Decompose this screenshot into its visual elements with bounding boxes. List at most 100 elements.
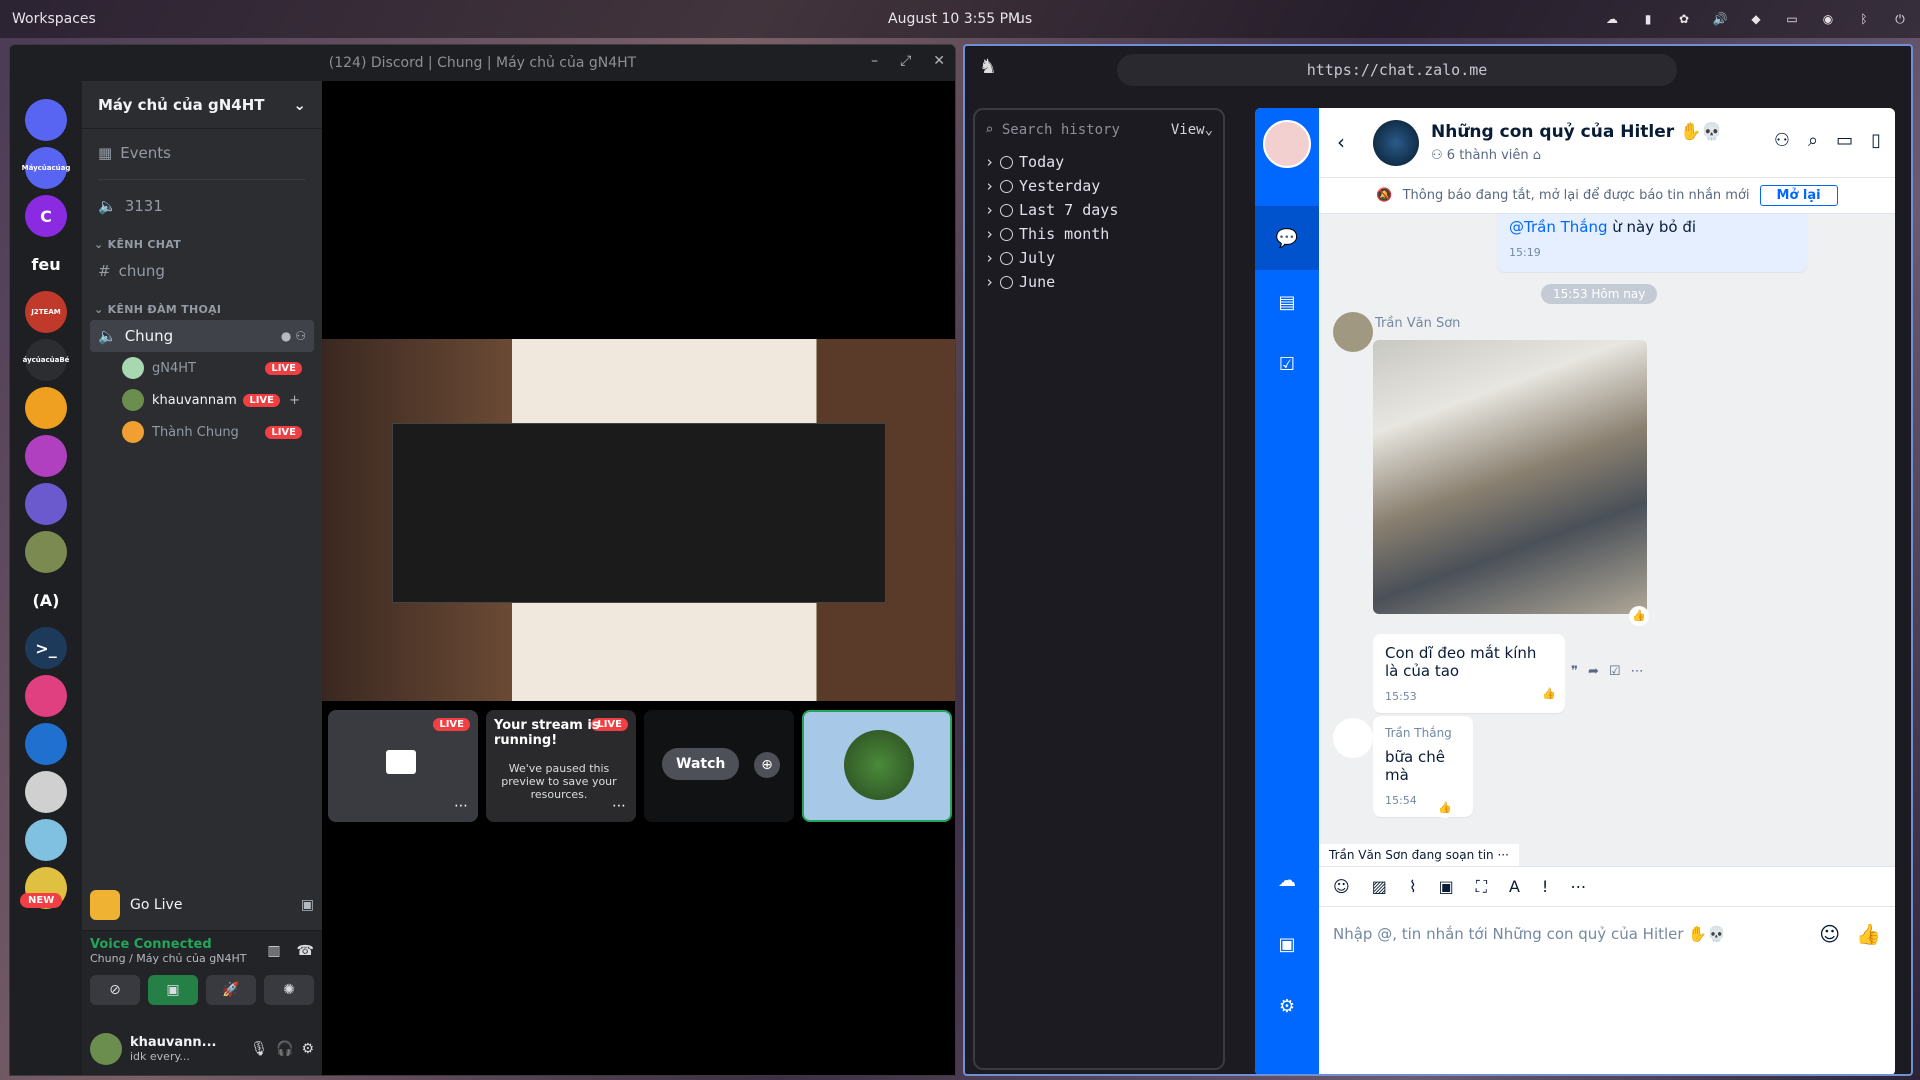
server-icon[interactable] [25,435,67,477]
server-icon[interactable]: Máycủacúag [22,147,70,189]
camera-off-button[interactable]: ⊘ [90,975,140,1005]
stream-thumb-4[interactable] [802,710,952,822]
battery-icon[interactable]: ▮ [1640,12,1656,26]
group-name[interactable]: Những con quỷ của Hitler ✋💀 [1431,122,1722,142]
keyboard-layout[interactable]: us [1016,11,1032,27]
activity-button[interactable]: 🚀 [206,975,256,1005]
go-live-bar[interactable]: Go Live ▣ [82,879,322,931]
channel-chung-voice[interactable]: 🔈 Chung ● ⚇ [90,320,314,352]
chat-bubble-icon[interactable]: ● [281,329,291,343]
add-member-icon[interactable]: ⚇ [295,329,306,343]
screenshot-icon[interactable]: ⛶ [1476,877,1487,897]
server-icon[interactable]: >_ [25,627,67,669]
avatar[interactable] [1263,120,1311,168]
server-icon[interactable] [25,531,67,573]
quote-icon[interactable]: ❞ [1571,664,1578,679]
minimize-icon[interactable]: – [871,53,878,69]
image-icon[interactable]: ▨ [1372,877,1387,896]
power-icon[interactable]: ⏻ [1892,12,1908,26]
stream-thumb-2[interactable]: LIVE Your stream is running! We've pause… [486,710,636,822]
server-icon[interactable]: J2TEAM [25,291,67,333]
server-icon[interactable] [25,99,67,141]
server-icon[interactable]: C [25,195,67,237]
mark-icon[interactable]: ☑ [1609,664,1621,679]
server-icon[interactable]: áycủacủaBé [23,339,69,381]
screen-share-button[interactable]: ▣ [148,975,198,1005]
plus-icon[interactable]: + [289,393,300,408]
history-item[interactable]: › This month [975,222,1223,246]
browser-logo-icon[interactable]: ♞ [979,54,1003,82]
workspaces-button[interactable]: Workspaces [12,11,96,27]
settings-icon[interactable]: ⚙ [301,1041,314,1057]
message-bubble[interactable]: Trần Thắng bữa chê mà 15:54 [1373,716,1473,817]
close-icon[interactable]: ✕ [933,53,945,69]
back-icon[interactable]: ‹ [1337,130,1345,154]
server-header[interactable]: Máy chủ của gN4HT ⌄ [82,81,322,129]
voice-user[interactable]: Thành Chung LIVE [122,416,302,448]
message-bubble[interactable]: Con dĩ đeo mắt kính là của tao 15:53 [1373,634,1565,713]
history-item[interactable]: › Today [975,150,1223,174]
briefcase-icon[interactable]: ▣ [1271,928,1303,960]
group-avatar[interactable] [1373,120,1419,166]
sidebar-toggle-icon[interactable]: ▯ [1871,130,1881,151]
history-search[interactable]: ⌕ Search history View⌄ [975,110,1223,150]
emoji-icon[interactable]: ☺ [1819,922,1840,946]
headphones-icon[interactable]: 🎧 [276,1041,293,1057]
mention[interactable]: @Trần Thắng [1509,218,1607,236]
channel-chung-text[interactable]: # chung [90,255,314,287]
soundboard-button[interactable]: ✺ [264,975,314,1005]
maximize-icon[interactable]: ⤢ [900,53,911,69]
server-icon[interactable] [25,771,67,813]
chat-icon[interactable]: 💬 [1255,206,1319,270]
more-icon[interactable]: ⋯ [1570,877,1586,896]
watch-button[interactable]: Watch [662,748,740,780]
history-item[interactable]: › Last 7 days [975,198,1223,222]
more-icon[interactable]: ⋯ [454,798,468,814]
stream-video[interactable] [322,339,955,701]
sticker-icon[interactable]: ☺ [1333,877,1350,896]
search-icon[interactable]: ⌕ [1808,130,1818,151]
gamepad-icon[interactable]: ◉ [1820,12,1836,26]
server-icon[interactable] [25,723,67,765]
video-call-icon[interactable]: ▭ [1836,130,1853,151]
stream-thumb-3[interactable]: Watch ⊕ [644,710,794,822]
server-icon[interactable] [25,819,67,861]
format-text-icon[interactable]: A [1509,877,1520,896]
server-icon[interactable] [25,675,67,717]
noise-suppression-icon[interactable]: ▥ [267,943,280,959]
disconnect-icon[interactable]: ☎ [297,943,314,959]
server-icon[interactable]: feu [25,243,67,285]
thumbs-up-icon[interactable]: 👍 [1856,922,1881,946]
clock[interactable]: August 10 3:55 PM [888,11,1020,27]
shared-photo[interactable] [1373,340,1647,614]
avatar[interactable] [90,1033,122,1065]
screen-share-icon[interactable]: ▣ [301,897,314,913]
voice-connected-label[interactable]: Voice Connected [90,937,246,952]
voice-user[interactable]: khauvannam LIVE + [122,384,302,416]
reopen-button[interactable]: Mở lại [1759,185,1838,206]
contact-card-icon[interactable]: ▣ [1439,877,1454,896]
message-bubble[interactable]: @Trần Thắng ừ này bỏ đi 15:19 [1497,214,1807,272]
voice-user[interactable]: gN4HT LIVE [122,352,302,384]
fullscreen-icon[interactable]: ⊕ [754,752,780,778]
volume-icon[interactable]: 🔊 [1712,12,1728,26]
todo-icon[interactable]: ☑ [1271,348,1303,380]
avatar[interactable] [1333,718,1373,758]
avatar[interactable] [1333,312,1373,352]
like-icon[interactable]: 👍 [1629,606,1649,626]
history-item[interactable]: › July [975,246,1223,270]
more-icon[interactable]: ⋯ [1631,664,1644,679]
category-text[interactable]: ⌄ KÊNH CHAT [82,222,322,255]
bluetooth-icon[interactable]: ᛒ [1856,12,1872,26]
channel-3131[interactable]: 🔈 3131 [90,190,314,222]
stream-thumb-1[interactable]: LIVE ⋯ [328,710,478,822]
settings-icon[interactable]: ⚙ [1271,990,1303,1022]
tag-icon[interactable]: ⌂ [1533,148,1541,163]
history-item[interactable]: › Yesterday [975,174,1223,198]
microphone-icon[interactable]: 🎙 [250,1041,268,1057]
like-icon[interactable]: 👍 [1539,684,1559,704]
member-count[interactable]: ⚇ 6 thành viên ⌂ [1431,148,1541,163]
flower-icon[interactable]: ✿ [1676,12,1692,26]
more-icon[interactable]: ⋯ [612,798,626,814]
like-icon[interactable]: 👍 [1435,798,1455,818]
